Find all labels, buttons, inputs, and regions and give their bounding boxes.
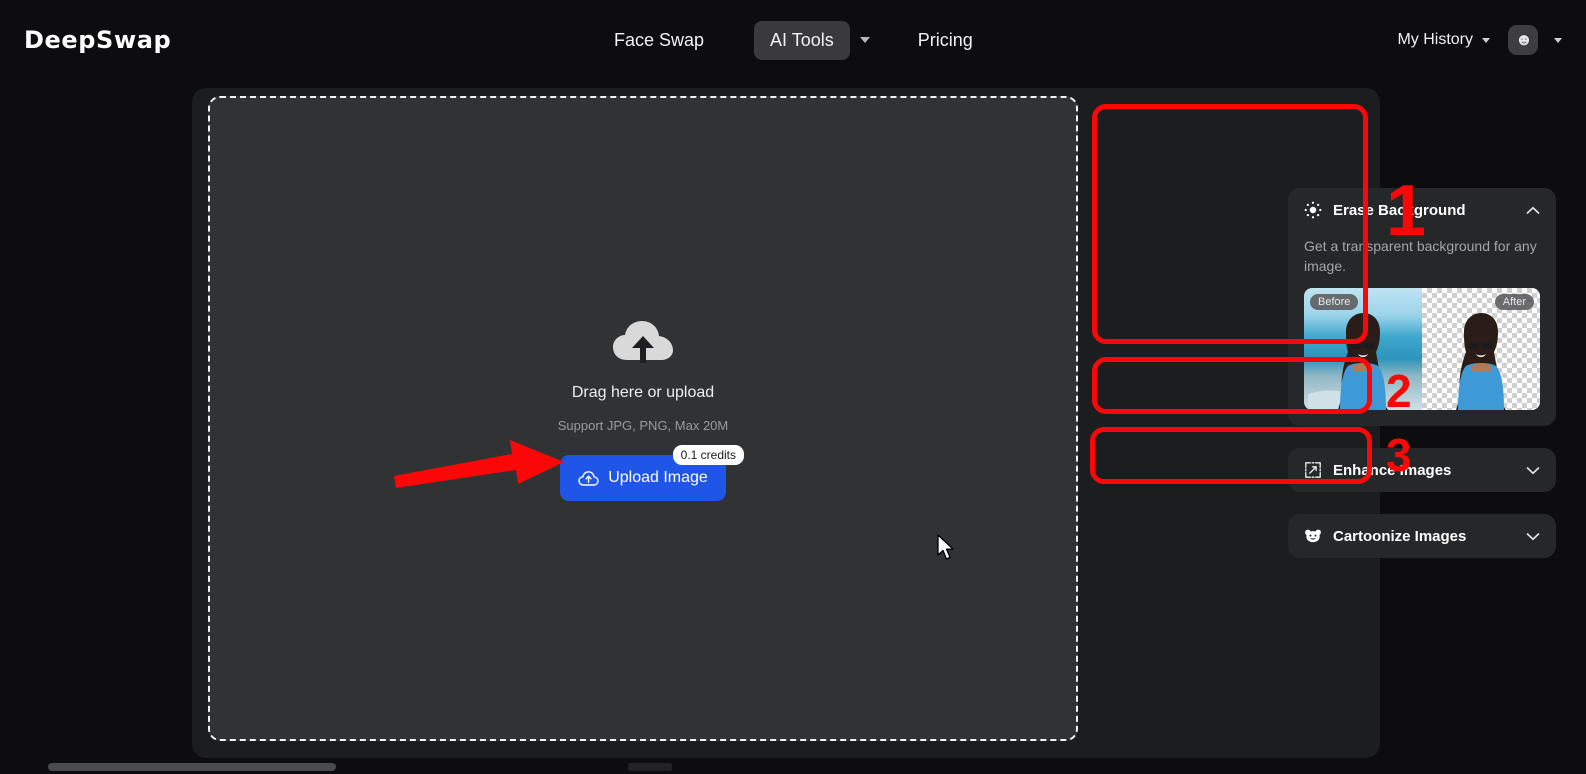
dropzone-title: Drag here or upload [571, 384, 715, 401]
horizontal-scrollbar-track[interactable] [0, 761, 1586, 774]
history-chevron-down-icon[interactable] [1482, 37, 1490, 43]
before-label: Before [1310, 294, 1359, 310]
cloud-upload-outline-icon [578, 470, 599, 486]
tool-title-erase-background: Erase Background [1333, 201, 1466, 219]
tool-card-enhance-images[interactable]: Enhance Images [1288, 448, 1556, 492]
content-panel: Drag here or upload Support JPG, PNG, Ma… [192, 88, 1556, 758]
avatar-face-icon: ☻ [1515, 30, 1533, 49]
scrollbar-mark [628, 763, 672, 771]
preview-woman-cutout [1456, 313, 1506, 410]
upload-dropzone[interactable]: Drag here or upload Support JPG, PNG, Ma… [208, 96, 1078, 741]
upload-button-wrapper: Upload Image 0.1 credits [560, 445, 744, 501]
tool-title-enhance-images: Enhance Images [1333, 461, 1452, 479]
chevron-down-icon[interactable] [1526, 466, 1540, 475]
tool-card-cartoonize-images[interactable]: Cartoonize Images [1288, 514, 1556, 558]
upload-button-label: Upload Image [608, 469, 708, 486]
nav-item-face-swap[interactable]: Face Swap [600, 22, 718, 59]
annotation-number-1: 1 [1386, 171, 1427, 251]
before-after-preview: Before After [1304, 288, 1540, 410]
annotation-number-3: 3 [1386, 429, 1412, 481]
tool-header-enhance-images[interactable]: Enhance Images [1288, 448, 1556, 492]
chevron-down-icon[interactable] [1526, 532, 1540, 541]
preview-after-half: After [1422, 288, 1540, 410]
nav-item-pricing[interactable]: Pricing [904, 22, 987, 59]
tool-header-cartoonize-images[interactable]: Cartoonize Images [1288, 514, 1556, 558]
header-right-group: My History ☻ [1397, 22, 1562, 58]
dropzone-content: Drag here or upload Support JPG, PNG, Ma… [210, 318, 1076, 501]
bear-face-icon [1305, 529, 1321, 543]
my-history-link[interactable]: My History [1397, 31, 1473, 49]
cloud-upload-icon [613, 321, 673, 363]
account-chevron-down-icon[interactable] [1554, 37, 1562, 43]
sun-dotted-icon [1304, 201, 1322, 219]
horizontal-scrollbar-thumb[interactable] [48, 763, 336, 771]
after-label: After [1494, 294, 1534, 310]
chevron-up-icon[interactable] [1526, 206, 1540, 215]
avatar[interactable]: ☻ [1508, 25, 1538, 55]
expand-dashed-icon [1305, 462, 1321, 478]
nav-item-ai-tools[interactable]: AI Tools [754, 20, 850, 60]
top-header: DeepSwap Face Swap AI Tools Pricing My H… [0, 0, 1586, 80]
tool-title-cartoonize-images: Cartoonize Images [1333, 527, 1467, 545]
dropzone-subtitle: Support JPG, PNG, Max 20M [557, 418, 729, 433]
annotation-number-2: 2 [1386, 365, 1412, 417]
chevron-down-icon[interactable] [859, 37, 870, 43]
credits-badge: 0.1 credits [672, 445, 744, 465]
main-navigation: Face Swap AI Tools Pricing [600, 20, 987, 60]
deepswap-logo[interactable]: DeepSwap [24, 26, 171, 54]
